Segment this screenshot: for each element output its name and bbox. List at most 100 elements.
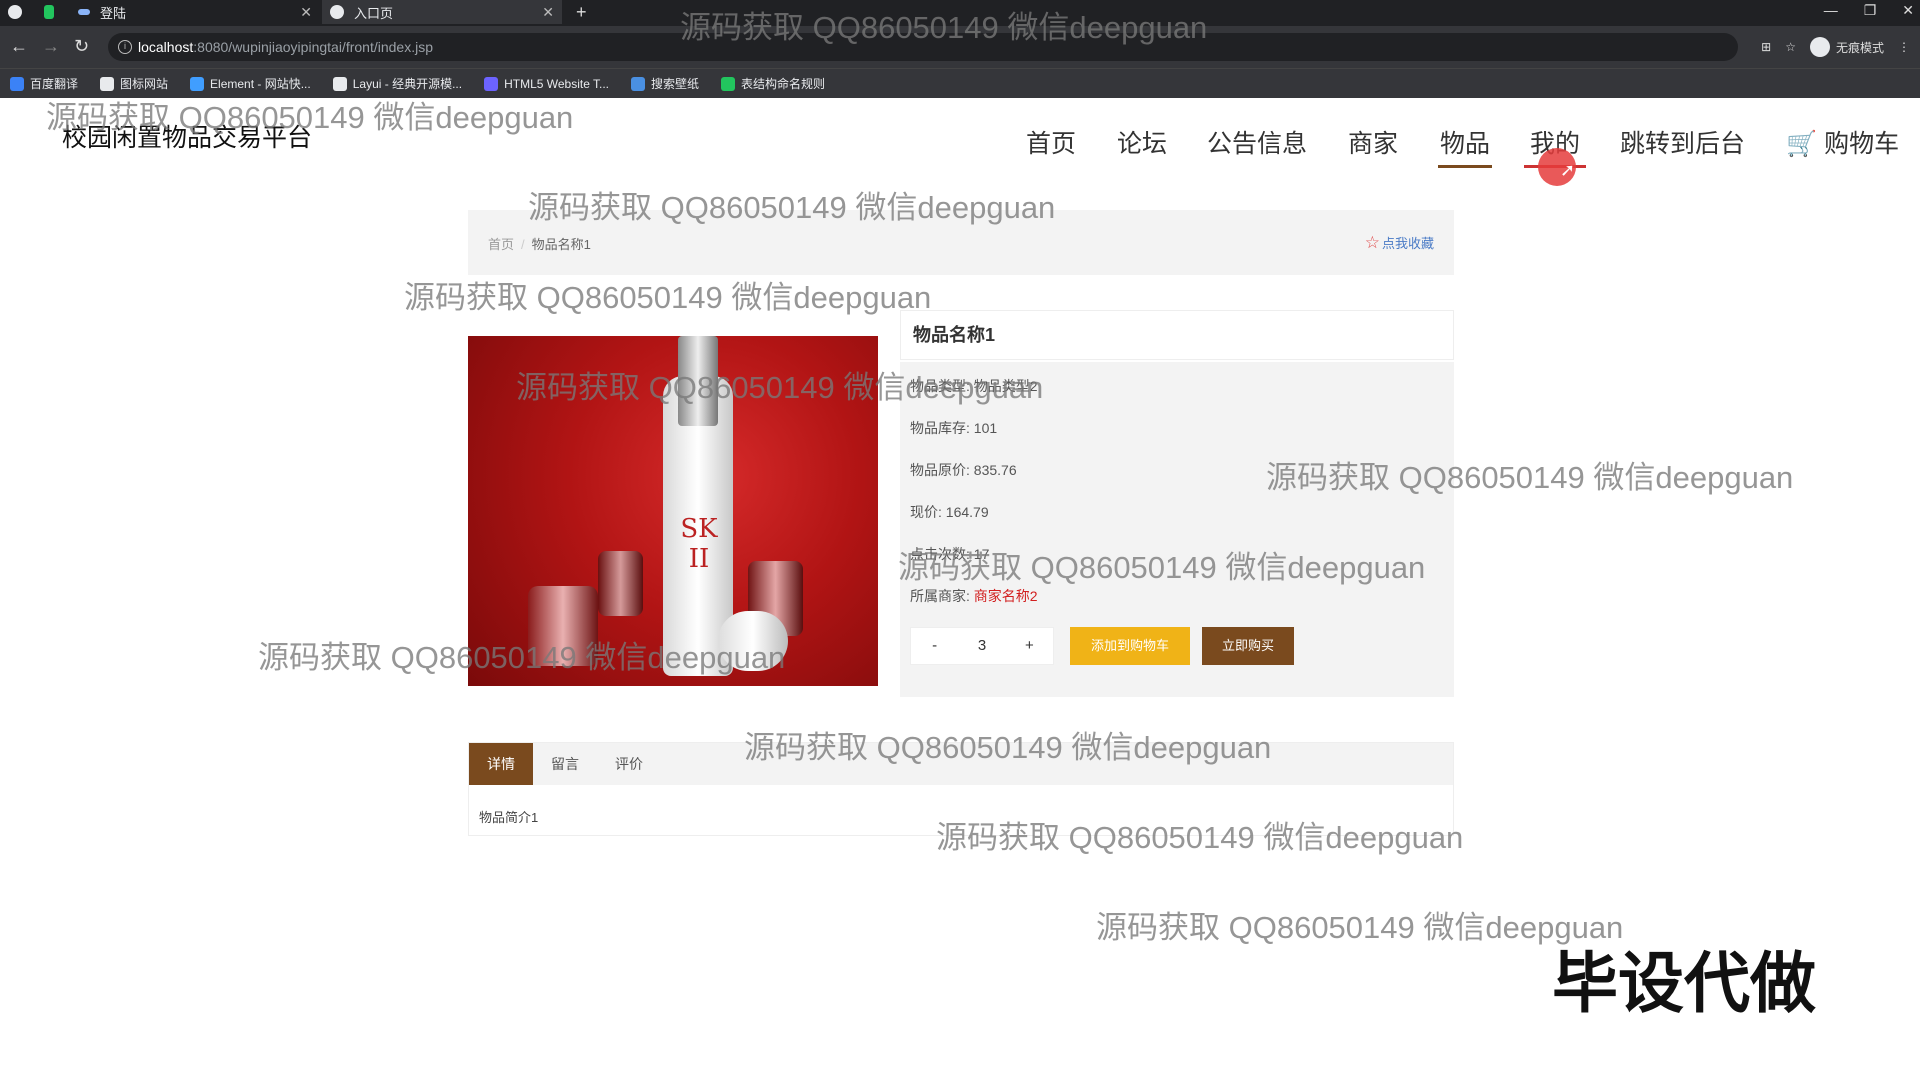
browser-tab-login[interactable]: 登陆 ✕ [70,0,320,24]
nav-home[interactable]: 首页 [1026,124,1076,160]
breadcrumb: 首页 / 物品名称1 [488,234,591,253]
bottle-cap-shape [678,336,718,426]
main-nav: 首页 论坛 公告信息 商家 物品 我的 跳转到后台 🛒 购物车 [1024,124,1920,168]
nav-cart[interactable]: 🛒 购物车 [1786,124,1899,160]
cursor-icon: ➚ [1560,160,1576,180]
jar-shape [528,586,598,666]
nav-forum[interactable]: 论坛 [1117,124,1167,160]
tab-label: 入口页 [354,5,394,21]
translate-icon[interactable]: ⊞ [1761,40,1771,54]
info-value: 164.79 [945,504,989,520]
bookmark-item[interactable]: 搜索壁纸 [631,75,699,92]
bookmark-icon [190,76,205,91]
product-brand-logo: SK II [680,514,718,574]
profile-label: 无痕模式 [1835,40,1884,55]
info-type: 物品类型: 物品类型2 [910,376,1038,396]
product-title-box: 物品名称1 [900,310,1454,360]
sheet-icon [44,5,54,19]
globe-icon [8,5,22,19]
nav-merchant[interactable]: 商家 [1348,124,1398,160]
bookmark-label: Element - 网站快... [210,77,311,91]
breadcrumb-home[interactable]: 首页 [488,237,514,252]
forward-icon[interactable]: → [42,36,60,57]
new-tab-icon[interactable]: + [576,0,587,24]
info-value: 101 [973,420,998,436]
info-label: 所属商家: [910,588,970,604]
dots-icon [78,9,90,15]
bookmarks-bar: 百度翻译 图标网站 Element - 网站快... Layui - 经典开源模… [0,68,1920,98]
info-value: 835.76 [973,462,1017,478]
tab-strip: 登陆 ✕ 入口页 ✕ + — ❐ ✕ [0,0,1920,24]
bookmark-item[interactable]: Element - 网站快... [190,75,311,92]
bookmark-icon [100,76,115,91]
close-icon[interactable]: ✕ [300,4,312,21]
qty-input[interactable]: 3 [958,628,1005,664]
url-input[interactable]: i localhost:8080/wupinjiaoyipingtai/fron… [108,33,1738,61]
product-title: 物品名称1 [913,325,996,345]
nav-cart-label: 购物车 [1824,130,1900,158]
add-to-cart-button[interactable]: 添加到购物车 [1070,627,1190,665]
tab-comments[interactable]: 留言 [533,743,597,785]
tab-content: 物品简介1 [479,810,539,825]
buy-now-button[interactable]: 立即购买 [1202,627,1294,665]
favorite-button[interactable]: ☆ 点我收藏 [1365,233,1434,253]
bookmark-item[interactable]: 表结构命名规则 [721,75,825,92]
menu-icon[interactable]: ⋮ [1898,40,1910,54]
merchant-link[interactable]: 商家名称2 [974,588,1038,604]
bookmark-label: 表结构命名规则 [741,77,826,91]
globe-icon [330,5,344,19]
site-logo[interactable]: 校园闲置物品交易平台 [62,118,312,154]
close-icon[interactable]: ✕ [542,4,554,21]
bookmark-star-icon[interactable]: ☆ [1785,40,1796,54]
back-icon[interactable]: ← [10,36,28,57]
tab-detail[interactable]: 详情 [469,743,533,785]
browser-tab-pinned-2[interactable] [36,0,64,24]
bookmark-label: 图标网站 [120,77,169,91]
bookmark-icon [10,76,24,91]
breadcrumb-bar: 首页 / 物品名称1 ☆ 点我收藏 [468,210,1454,275]
info-value: 17 [973,546,990,562]
url-host: localhost [138,39,194,55]
info-icon[interactable]: i [118,40,132,54]
minimize-icon[interactable]: — [1824,0,1838,20]
bookmark-label: 搜索壁纸 [651,77,700,91]
browser-chrome: 登陆 ✕ 入口页 ✕ + — ❐ ✕ ← → ↻ i localhost:808… [0,0,1920,98]
info-label: 物品库存: [910,420,970,436]
info-label: 物品原价: [910,462,970,478]
bookmark-label: HTML5 Website T... [504,76,610,91]
bookmark-icon [484,76,499,91]
incognito-icon [1809,37,1830,57]
tab-bar: 详情 留言 评价 [469,743,1453,785]
bookmark-item[interactable]: HTML5 Website T... [484,76,610,91]
close-window-icon[interactable]: ✕ [1902,0,1914,20]
nav-goods[interactable]: 物品 [1437,124,1493,168]
restore-icon[interactable]: ❐ [1864,0,1877,20]
bookmark-item[interactable]: 百度翻译 [10,75,78,92]
reload-icon[interactable]: ↻ [74,36,89,57]
browser-tab-entry[interactable]: 入口页 ✕ [322,0,562,24]
browser-tab-pinned[interactable] [0,0,36,24]
quantity-stepper: - 3 + [910,627,1054,665]
info-stock: 物品库存: 101 [910,418,997,438]
info-value: 物品类型2 [973,378,1038,394]
browser-tools: ⊞ ☆ 无痕模式 ⋮ [1761,37,1910,57]
star-icon: ☆ [1364,233,1380,252]
tab-label: 登陆 [100,5,127,21]
url-path: :8080/wupinjiaoyipingtai/front/index.jsp [193,39,433,55]
nav-admin[interactable]: 跳转到后台 [1620,124,1745,160]
tab-reviews[interactable]: 评价 [597,743,661,785]
bookmark-icon [721,76,736,91]
profile-button[interactable]: 无痕模式 [1809,37,1884,57]
cart-icon: 🛒 [1786,130,1818,158]
bookmark-item[interactable]: Layui - 经典开源模... [332,75,463,92]
qty-plus-button[interactable]: + [1006,628,1053,664]
info-price: 现价: 164.79 [910,502,989,522]
qty-minus-button[interactable]: - [911,628,958,664]
watermark: 源码获取 QQ86050149 微信deepguan [1096,910,1624,945]
bookmark-item[interactable]: 图标网站 [100,75,168,92]
jar-shape [598,551,643,616]
promo-badge: 毕设代做 [1552,945,1816,1022]
bookmark-label: Layui - 经典开源模... [352,77,463,91]
nav-notice[interactable]: 公告信息 [1207,124,1307,160]
bookmark-label: 百度翻译 [30,77,79,91]
